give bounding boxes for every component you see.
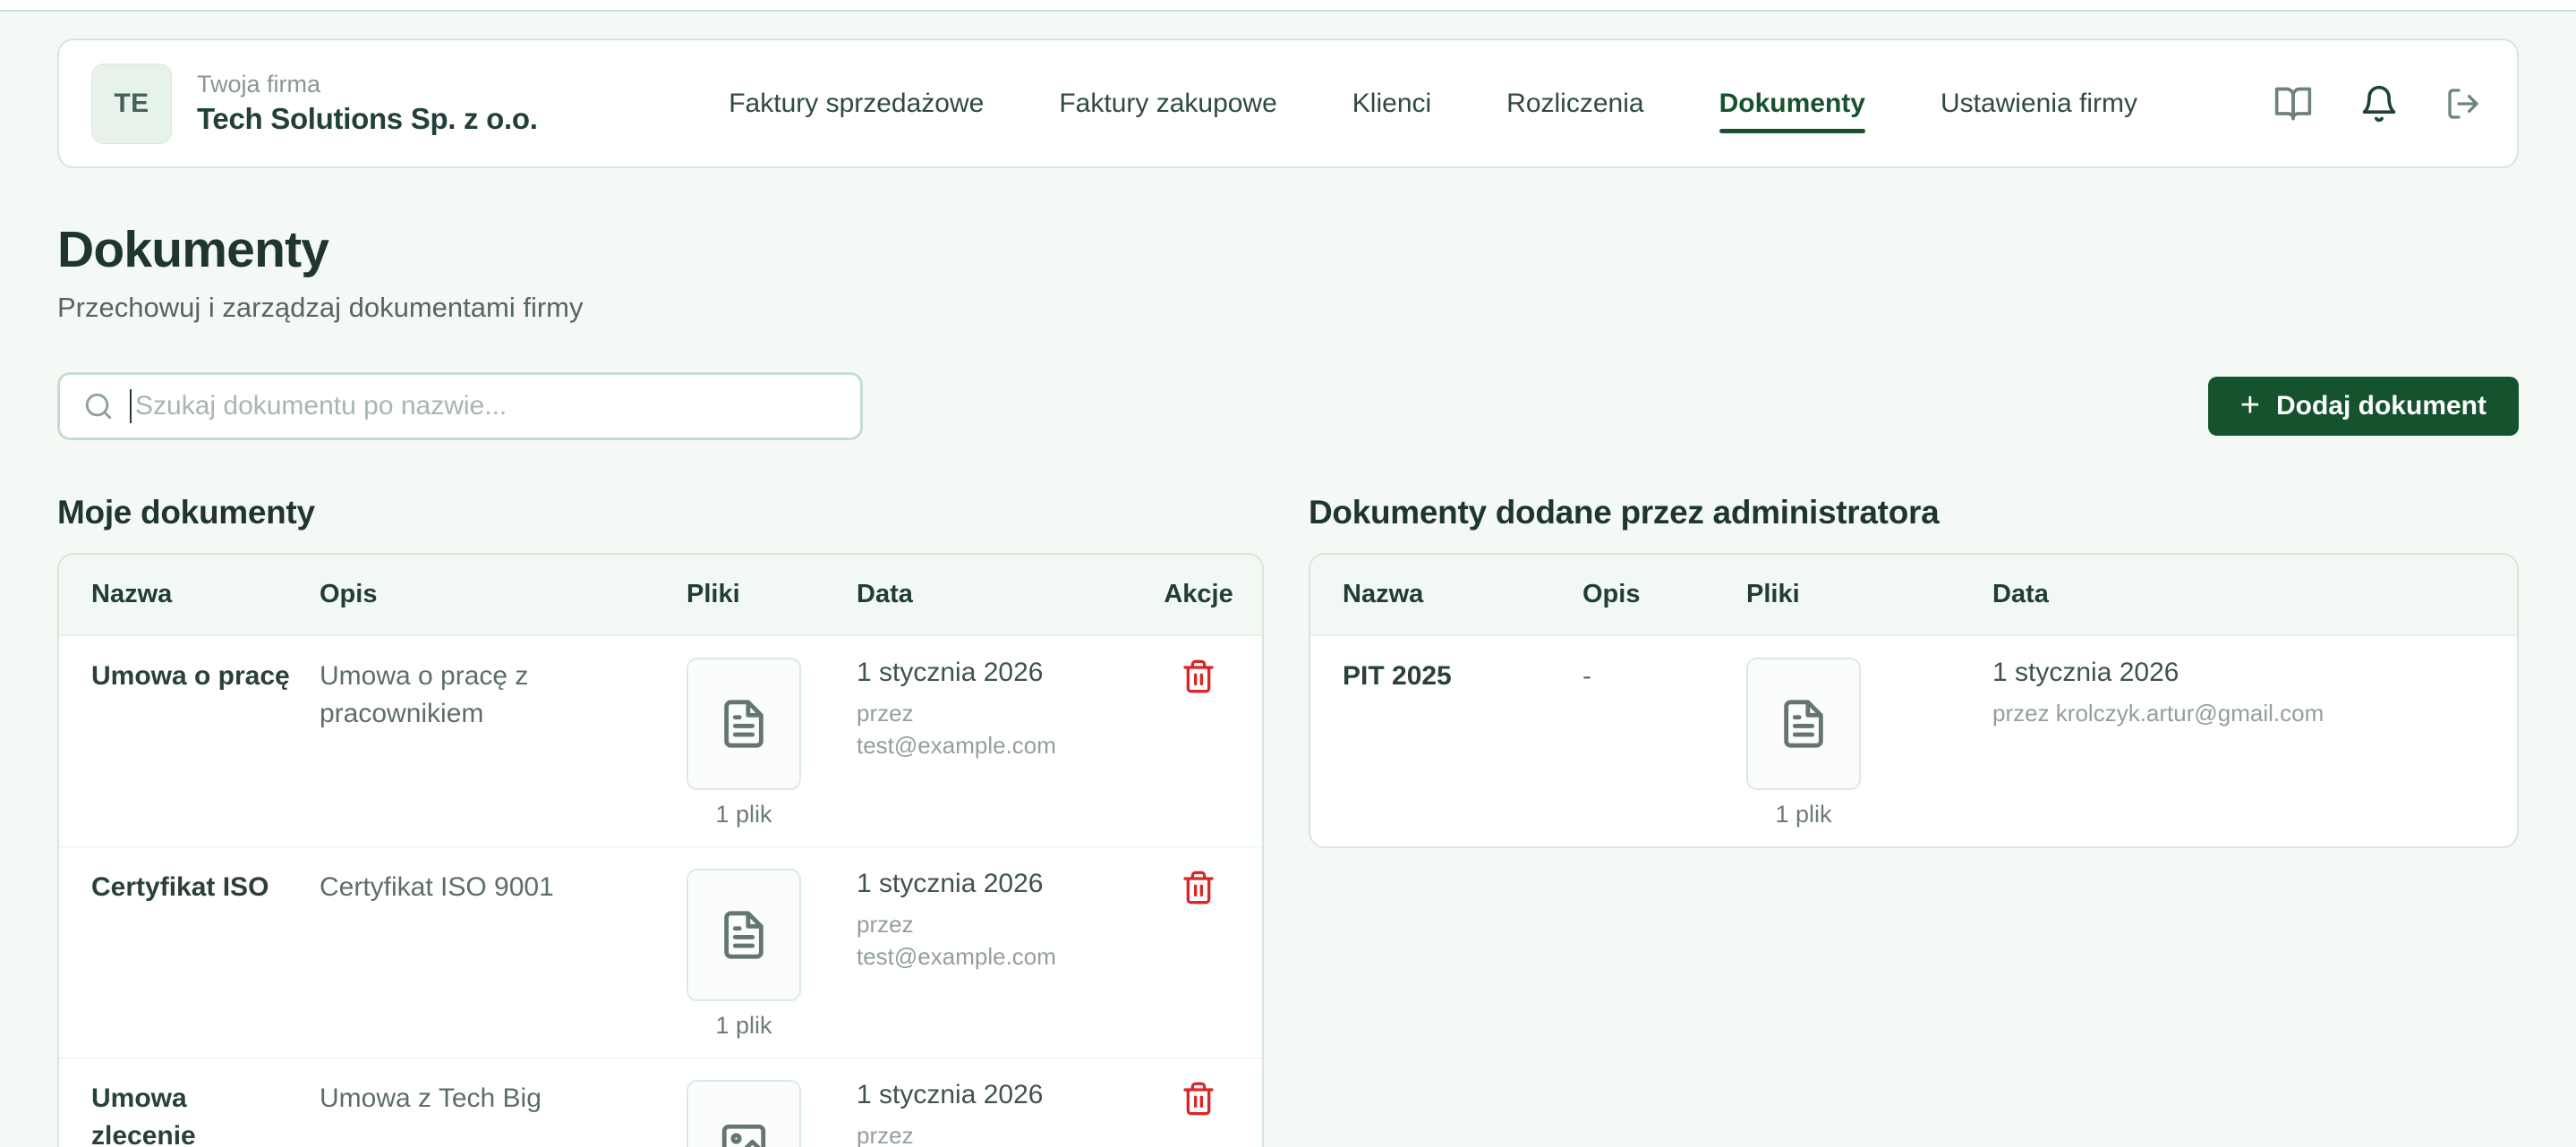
delete-document-button[interactable] (1181, 658, 1216, 697)
file-count: 1 plik (1775, 801, 1831, 828)
document-description: Umowa z Tech Big (320, 1083, 542, 1113)
log-out-icon[interactable] (2445, 86, 2481, 122)
column-header-data: Data (857, 580, 1167, 609)
document-name: Umowa o pracę (91, 661, 290, 691)
plus-icon: + (2240, 388, 2260, 422)
main-nav: Faktury sprzedażowe Faktury zakupowe Kli… (729, 84, 2481, 123)
nav-item-faktury-sprzedazowe[interactable]: Faktury sprzedażowe (729, 89, 984, 119)
nav-item-ustawienia-firmy[interactable]: Ustawienia firmy (1941, 89, 2137, 119)
top-strip (0, 0, 2576, 12)
page-subtitle: Przechowuj i zarządzaj dokumentami firmy (57, 292, 2519, 324)
image-thumbnail[interactable] (687, 1080, 801, 1147)
file-thumbnail[interactable] (687, 658, 801, 790)
company-label: Twoja firma (197, 71, 538, 98)
nav-item-rozliczenia[interactable]: Rozliczenia (1506, 89, 1643, 119)
book-open-icon[interactable] (2273, 84, 2313, 123)
document-date: 1 stycznia 2026 (857, 869, 1167, 899)
document-author: przez test@example.com (857, 1119, 1091, 1147)
document-description: Umowa o pracę z pracownikiem (320, 661, 528, 728)
column-header-data: Data (1992, 580, 2485, 609)
file-count: 1 plik (715, 1012, 772, 1040)
document-date: 1 stycznia 2026 (857, 1080, 1167, 1110)
file-count: 1 plik (715, 801, 772, 828)
document-name: Umowa zlecenie (91, 1083, 196, 1147)
column-header-pliki: Pliki (687, 580, 857, 609)
table-row: Certyfikat ISO Certyfikat ISO 9001 1 pli… (59, 846, 1262, 1058)
admin-documents-heading: Dokumenty dodane przez administratora (1309, 494, 2519, 531)
table-header-row: Nazwa Opis Pliki Data (1310, 555, 2517, 635)
add-document-label: Dodaj dokument (2276, 391, 2486, 421)
document-name: PIT 2025 (1343, 661, 1452, 691)
column-header-opis: Opis (320, 580, 687, 609)
search-icon (83, 391, 114, 421)
admin-documents-table: Nazwa Opis Pliki Data PIT 2025 - 1 plik (1309, 553, 2519, 848)
file-thumbnail[interactable] (687, 869, 801, 1001)
search-input[interactable] (135, 391, 837, 421)
add-document-button[interactable]: + Dodaj dokument (2208, 377, 2519, 436)
brand: TE Twoja firma Tech Solutions Sp. z o.o. (91, 64, 538, 144)
nav-item-dokumenty-active[interactable]: Dokumenty (1719, 89, 1865, 119)
company-logo: TE (91, 64, 172, 144)
delete-document-button[interactable] (1181, 1080, 1216, 1119)
document-date: 1 stycznia 2026 (1992, 658, 2485, 688)
table-row: Umowa zlecenie Umowa z Tech Big 1 plik 1… (59, 1058, 1262, 1147)
company-name: Tech Solutions Sp. z o.o. (197, 102, 538, 136)
document-description: - (1582, 661, 1591, 691)
table-row: PIT 2025 - 1 plik 1 stycznia 2026 przez … (1310, 635, 2517, 846)
my-documents-table: Nazwa Opis Pliki Data Akcje Umowa o prac… (57, 553, 1264, 1147)
bell-icon[interactable] (2359, 84, 2399, 123)
text-cursor (130, 389, 132, 423)
nav-item-faktury-zakupowe[interactable]: Faktury zakupowe (1059, 89, 1276, 119)
document-author: przez test@example.com (857, 908, 1091, 973)
document-name: Certyfikat ISO (91, 872, 269, 902)
column-header-akcje: Akcje (1167, 580, 1230, 609)
column-header-pliki: Pliki (1746, 580, 1992, 609)
document-author: przez test@example.com (857, 697, 1091, 762)
my-documents-heading: Moje dokumenty (57, 494, 1264, 531)
document-date: 1 stycznia 2026 (857, 658, 1167, 688)
document-description: Certyfikat ISO 9001 (320, 872, 554, 902)
nav-item-klienci[interactable]: Klienci (1352, 89, 1431, 119)
app-header: TE Twoja firma Tech Solutions Sp. z o.o.… (57, 38, 2519, 168)
search-box (57, 372, 863, 440)
document-author: przez krolczyk.artur@gmail.com (1992, 697, 2485, 729)
column-header-nazwa: Nazwa (1343, 580, 1582, 609)
table-header-row: Nazwa Opis Pliki Data Akcje (59, 555, 1262, 635)
file-thumbnail[interactable] (1746, 658, 1861, 790)
delete-document-button[interactable] (1181, 869, 1216, 908)
page-title: Dokumenty (57, 220, 2519, 279)
table-row: Umowa o pracę Umowa o pracę z pracowniki… (59, 635, 1262, 846)
column-header-opis: Opis (1582, 580, 1746, 609)
column-header-nazwa: Nazwa (91, 580, 320, 609)
